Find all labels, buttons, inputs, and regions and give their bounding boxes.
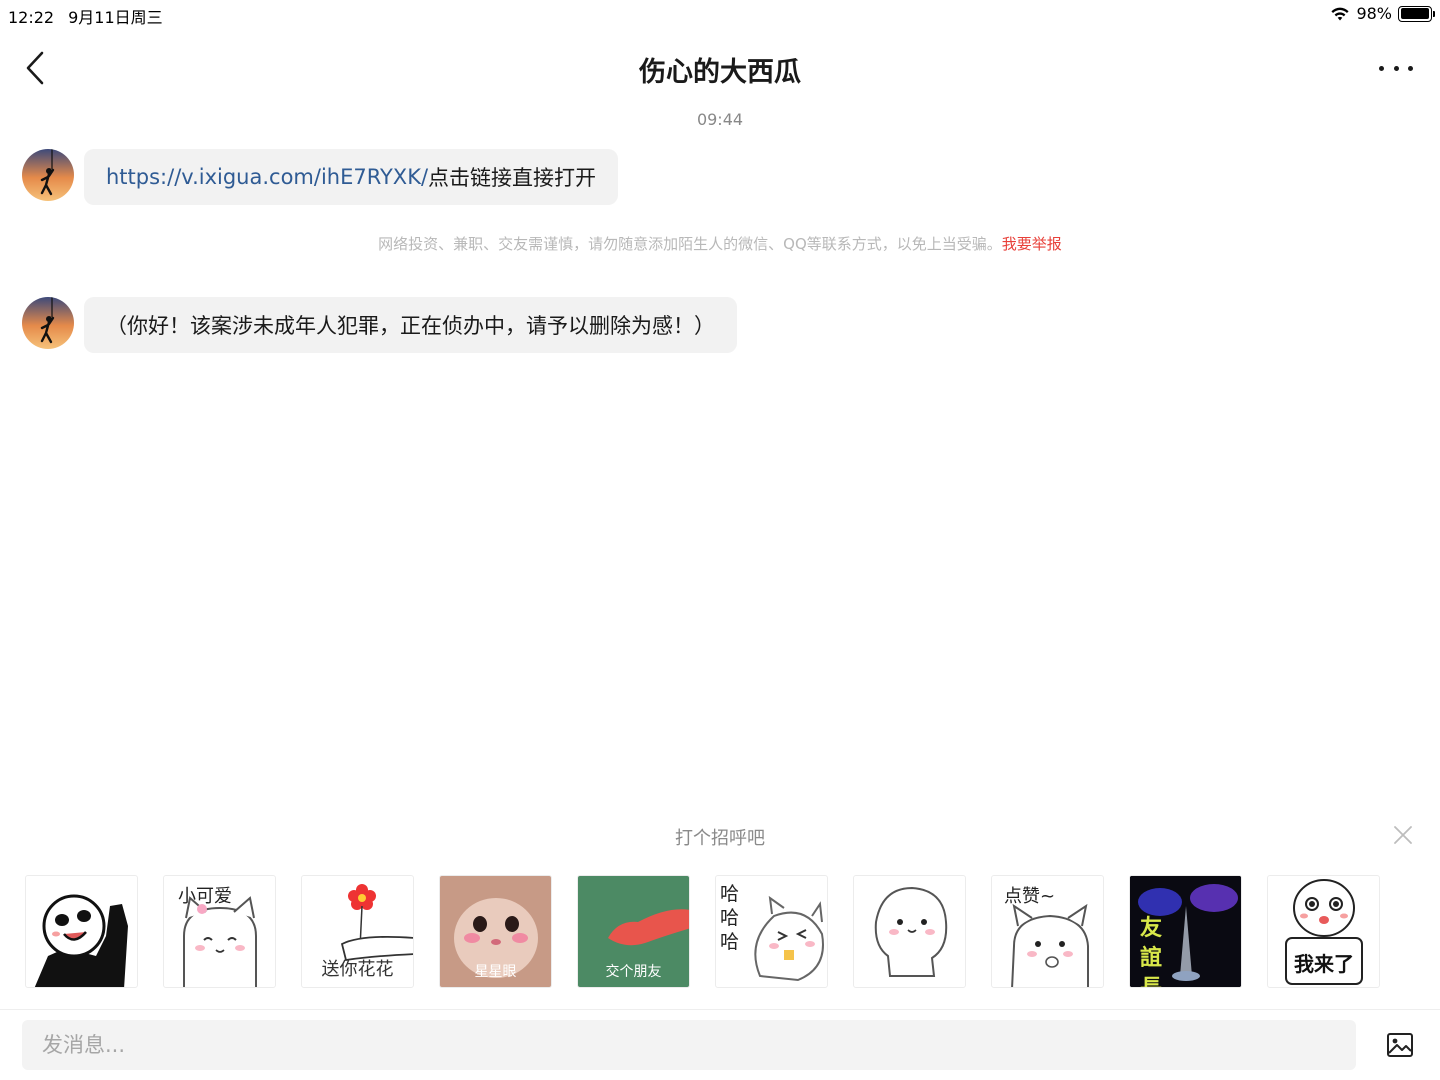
status-time: 12:22	[8, 8, 55, 27]
more-dot-icon	[1379, 65, 1384, 71]
sticker-panda-wave[interactable]	[25, 875, 138, 988]
greeting-title: 打个招呼吧	[675, 828, 765, 849]
battery-percent: 98%	[1356, 4, 1392, 23]
message-text: 点击链接直接打开	[428, 166, 597, 190]
sticker-hahaha[interactable]: 哈哈哈	[715, 875, 828, 988]
message-row: https://v.ixigua.com/ihE7RYXK/点击链接直接打开	[22, 149, 619, 205]
message-link[interactable]: https://v.ixigua.com/ihE7RYXK/	[106, 165, 428, 189]
sticker-im-here[interactable]: 我来了	[1267, 875, 1380, 988]
more-options-button[interactable]	[1376, 54, 1416, 82]
message-timestamp: 09:44	[696, 110, 744, 129]
sticker-caption: 送你花花	[321, 959, 394, 980]
sticker-like[interactable]: 点赞~	[991, 875, 1104, 988]
image-icon	[1387, 1033, 1413, 1057]
sticker-caption: 交个朋友	[605, 964, 662, 980]
status-bar: 12:22 9月11日周三 98%	[0, 0, 1440, 28]
sticker-caption: 友誼長存	[1140, 916, 1193, 987]
sticker-caption: 我来了	[1294, 952, 1354, 976]
battery-icon	[1398, 5, 1435, 22]
sticker-blob[interactable]	[853, 875, 966, 988]
status-right: 98%	[1330, 4, 1435, 23]
close-greeting-button[interactable]	[1392, 824, 1414, 846]
more-dot-icon	[1408, 65, 1413, 71]
send-image-button[interactable]	[1386, 1032, 1414, 1058]
sticker-make-friends[interactable]: 交个朋友	[577, 875, 690, 988]
sticker-caption: 哈哈哈	[720, 883, 740, 953]
page-title: 伤心的大西瓜	[639, 57, 801, 88]
report-link[interactable]: 我要举报	[1002, 235, 1062, 253]
composer-divider	[0, 1009, 1440, 1010]
safety-warning: 网络投资、兼职、交友需谨慎，请勿随意添加陌生人的微信、QQ等联系方式，以免上当受…	[0, 233, 1440, 254]
wifi-icon	[1331, 7, 1350, 20]
message-input[interactable]	[22, 1020, 1356, 1070]
close-icon	[1394, 826, 1412, 844]
sticker-friendship[interactable]: 友誼長存	[1129, 875, 1242, 988]
status-date: 9月11日周三	[68, 8, 163, 27]
sticker-caption: 小可爱	[178, 886, 232, 907]
message-bubble[interactable]: （你好！该案涉未成年人犯罪，正在侦办中，请予以删除为感！）	[84, 297, 737, 353]
sticker-caption: 星星眼	[474, 964, 517, 980]
sticker-caption: 点赞~	[1004, 886, 1056, 907]
more-dot-icon	[1393, 65, 1399, 71]
message-text: （你好！该案涉未成年人犯罪，正在侦办中，请予以删除为感！）	[106, 314, 715, 338]
warning-text: 网络投资、兼职、交友需谨慎，请勿随意添加陌生人的微信、QQ等联系方式，以免上当受…	[378, 235, 1002, 253]
avatar[interactable]	[22, 297, 74, 349]
avatar[interactable]	[22, 149, 74, 201]
message-bubble[interactable]: https://v.ixigua.com/ihE7RYXK/点击链接直接打开	[84, 149, 619, 205]
battery-fill	[1400, 8, 1429, 19]
sticker-hamster[interactable]: 星星眼	[439, 875, 552, 988]
sticker-list: 小可爱 送你花花 星星眼 交个朋友 哈哈哈 点赞~ 友誼 我来了	[25, 875, 1380, 988]
message-row: （你好！该案涉未成年人犯罪，正在侦办中，请予以删除为感！）	[22, 297, 737, 353]
status-left: 12:22 9月11日周三	[8, 4, 177, 28]
sticker-send-flower[interactable]: 送你花花	[301, 875, 414, 988]
sticker-cute-cat[interactable]: 小可爱	[163, 875, 276, 988]
chat-header: 伤心的大西瓜	[0, 40, 1440, 100]
